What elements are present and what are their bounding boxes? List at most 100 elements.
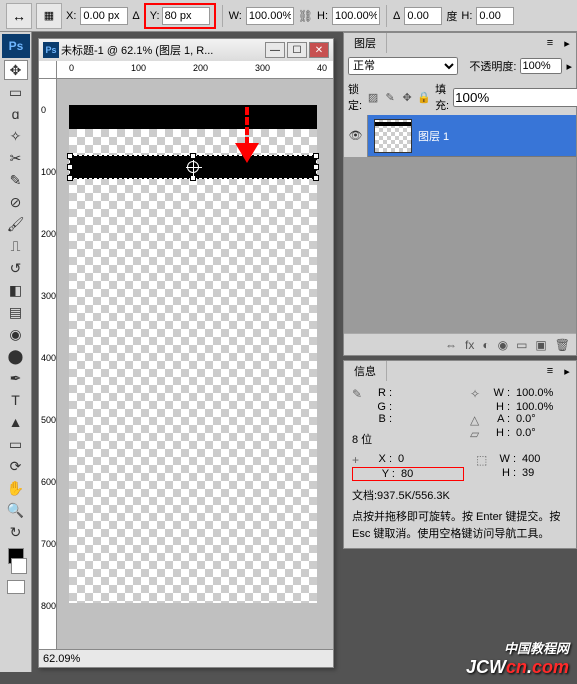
path-selection-tool[interactable]: ▲: [4, 412, 28, 432]
black-rectangle-original: [69, 105, 317, 129]
link-layers-icon[interactable]: ⇔: [445, 338, 457, 352]
tools-panel: Ps ✥ ▭ ɑ ✧ ✂ ✎ ⊘ 🖌 ⎍ ↺ ◧ ▤ ◉ ⬤ ✒ T ▲ ▭ ⟳…: [0, 32, 32, 672]
move-tool[interactable]: ✥: [4, 60, 28, 80]
3d-tool[interactable]: ⟳: [4, 456, 28, 476]
link-icon[interactable]: ⛓: [298, 9, 313, 23]
skew-icon: ▱: [470, 427, 484, 441]
ruler-corner: [39, 61, 57, 79]
marquee-tool[interactable]: ▭: [4, 82, 28, 102]
info-tab[interactable]: 信息: [344, 361, 387, 381]
eraser-tool[interactable]: ◧: [4, 280, 28, 300]
document-statusbar: 62.09%: [39, 649, 333, 667]
blend-mode-select[interactable]: 正常: [348, 57, 458, 75]
background-color[interactable]: [11, 558, 27, 574]
lock-pixels-icon[interactable]: ✎: [383, 90, 397, 104]
options-bar: ↔ ▦ X: Δ Y: W: ⛓ H: Δ 度 H:: [0, 0, 577, 32]
ps-logo-icon: Ps: [2, 34, 30, 58]
group-icon[interactable]: ▭: [516, 338, 527, 352]
w-input[interactable]: [246, 7, 294, 25]
panel-collapse-icon[interactable]: ▸: [558, 365, 576, 378]
opacity-input[interactable]: [520, 58, 562, 74]
layer-thumbnail[interactable]: [374, 119, 412, 153]
horizontal-ruler[interactable]: 0 100 200 300 40: [57, 61, 333, 79]
annotation-arrow-line: [245, 107, 249, 145]
info-hint-text: 点按并拖移即可旋转。按 Enter 键提交。按 Esc 键取消。使用空格键访问导…: [352, 509, 568, 542]
dimensions-icon: ✧: [470, 387, 484, 401]
skew-h-input[interactable]: [476, 7, 514, 25]
healing-brush-tool[interactable]: ⊘: [4, 192, 28, 212]
crosshair-icon: +: [352, 453, 366, 467]
zoom-tool[interactable]: 🔍: [4, 500, 28, 520]
fill-input[interactable]: [453, 88, 577, 107]
x-label: X:: [66, 10, 76, 22]
ps-doc-icon: Ps: [43, 42, 59, 58]
delete-layer-icon[interactable]: 🗑: [555, 338, 570, 352]
rotate-view-tool[interactable]: ↻: [4, 522, 28, 542]
adjustment-layer-icon[interactable]: ◉: [498, 338, 508, 352]
history-brush-tool[interactable]: ↺: [4, 258, 28, 278]
hand-tool[interactable]: ✋: [4, 478, 28, 498]
vertical-ruler[interactable]: 0 100 200 300 400 500 600 700 800: [39, 79, 57, 649]
w-label: W:: [229, 10, 242, 22]
new-layer-icon[interactable]: ▣: [535, 338, 546, 352]
black-rectangle-transformed[interactable]: [69, 155, 317, 179]
panel-menu-icon[interactable]: ≡: [542, 365, 558, 377]
annotation-arrow-head-icon: [235, 143, 259, 163]
zoom-level[interactable]: 62.09%: [43, 653, 80, 665]
reference-point-grid[interactable]: ▦: [36, 3, 62, 29]
layers-tab[interactable]: 图层: [344, 33, 387, 53]
quick-mask-toggle[interactable]: [7, 580, 25, 594]
angle-icon: Δ: [393, 10, 400, 22]
blur-tool[interactable]: ◉: [4, 324, 28, 344]
x-input[interactable]: [80, 7, 128, 25]
layers-footer: ⇔ fx ◐ ◉ ▭ ▣ 🗑: [344, 333, 576, 355]
y-group-highlight: Y:: [144, 3, 216, 29]
y-input[interactable]: [162, 7, 210, 25]
eyedropper-tool[interactable]: ✎: [4, 170, 28, 190]
watermark: 中国教程网 JCWcn.com: [466, 638, 569, 678]
layers-panel: 图层 ≡ ▸ 正常 不透明度: ▸ 锁定: ▨ ✎ ✥ 🔒 填充: ▸: [343, 32, 577, 356]
layer-row[interactable]: 👁 图层 1: [344, 115, 576, 157]
lock-transparency-icon[interactable]: ▨: [366, 90, 380, 104]
canvas-area[interactable]: [57, 79, 333, 649]
minimize-button[interactable]: —: [265, 42, 285, 58]
delta-icon: Δ: [132, 10, 139, 22]
shape-tool[interactable]: ▭: [4, 434, 28, 454]
angle-unit: 度: [446, 8, 457, 24]
layer-name[interactable]: 图层 1: [418, 128, 449, 144]
fx-icon[interactable]: fx: [465, 338, 474, 352]
lasso-tool[interactable]: ɑ: [4, 104, 28, 124]
fill-label: 填充:: [435, 81, 449, 113]
panel-collapse-icon[interactable]: ▸: [558, 37, 576, 50]
angle-input[interactable]: [404, 7, 442, 25]
visibility-toggle-icon[interactable]: 👁: [344, 115, 368, 157]
gradient-tool[interactable]: ▤: [4, 302, 28, 322]
document-window: Ps 未标题-1 @ 62.1% (图层 1, R... — ☐ ✕ 0 100…: [38, 38, 334, 668]
magic-wand-tool[interactable]: ✧: [4, 126, 28, 146]
lock-position-icon[interactable]: ✥: [400, 90, 414, 104]
mask-icon[interactable]: ◐: [482, 338, 489, 352]
color-swatches[interactable]: [0, 548, 31, 574]
crop-tool[interactable]: ✂: [4, 148, 28, 168]
right-panels: 图层 ≡ ▸ 正常 不透明度: ▸ 锁定: ▨ ✎ ✥ 🔒 填充: ▸: [343, 32, 577, 553]
h-input[interactable]: [332, 7, 380, 25]
document-size: 文档:937.5K/556.3K: [352, 487, 568, 503]
type-tool[interactable]: T: [4, 390, 28, 410]
panel-menu-icon[interactable]: ≡: [542, 37, 558, 49]
transform-tool-icon[interactable]: ↔: [6, 3, 32, 29]
bounds-icon: ⬚: [476, 453, 490, 467]
document-title: 未标题-1 @ 62.1% (图层 1, R...: [61, 42, 263, 58]
layers-list[interactable]: 👁 图层 1: [344, 115, 576, 333]
transform-center-icon[interactable]: [187, 161, 199, 173]
document-titlebar[interactable]: Ps 未标题-1 @ 62.1% (图层 1, R... — ☐ ✕: [39, 39, 333, 61]
brush-tool[interactable]: 🖌: [4, 214, 28, 234]
opacity-flyout-icon[interactable]: ▸: [566, 60, 572, 73]
y-info-highlight: Y :80: [352, 467, 464, 481]
close-button[interactable]: ✕: [309, 42, 329, 58]
clone-stamp-tool[interactable]: ⎍: [4, 236, 28, 256]
lock-all-icon[interactable]: 🔒: [417, 90, 431, 104]
opacity-label: 不透明度:: [469, 58, 516, 74]
maximize-button[interactable]: ☐: [287, 42, 307, 58]
pen-tool[interactable]: ✒: [4, 368, 28, 388]
dodge-tool[interactable]: ⬤: [4, 346, 28, 366]
